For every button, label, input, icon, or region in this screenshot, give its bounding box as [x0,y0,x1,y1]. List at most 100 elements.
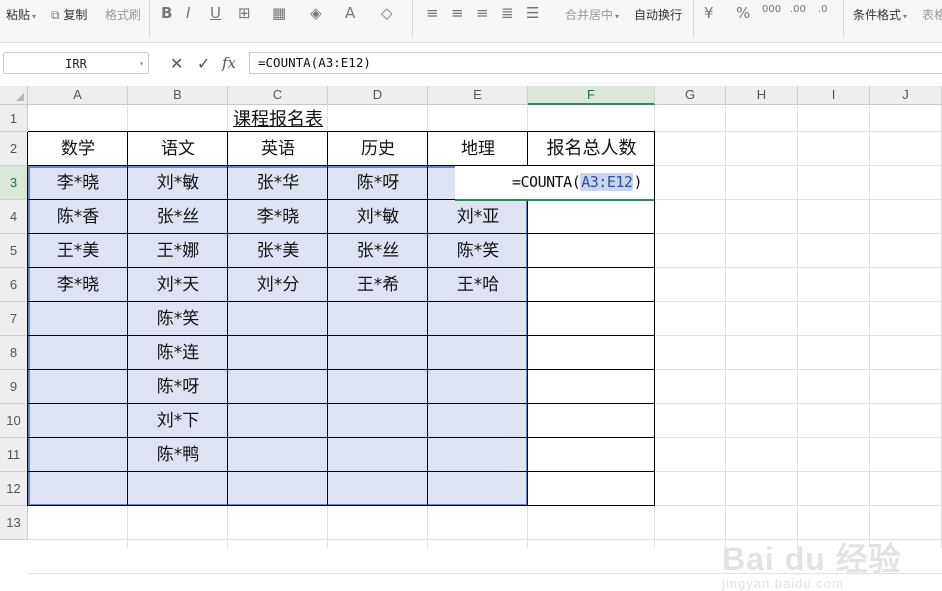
copy-button[interactable]: ⧉ 复制 [51,6,87,23]
data-cell[interactable]: 陈*笑 [428,234,528,268]
header-cell[interactable]: 英语 [228,132,328,166]
merge-center-button[interactable]: 合并居中 ▾ [565,6,619,23]
data-cell[interactable]: 刘*下 [128,404,228,438]
format-painter-button[interactable]: 格式刷 [105,6,141,23]
name-box[interactable]: IRR ▾ [3,52,149,74]
bold-icon[interactable]: B [161,4,172,22]
row-header-12[interactable]: 12 [0,472,28,506]
italic-icon[interactable]: I [186,4,190,22]
column-header-b[interactable]: B [128,86,228,105]
decrease-decimal-icon[interactable]: .0 [818,4,828,15]
border-icon[interactable]: ⊞ [238,4,251,22]
data-cell[interactable]: 张*丝 [328,234,428,268]
data-cell[interactable]: 陈*呀 [328,166,428,200]
sheet-title[interactable]: 课程报名表 [228,106,328,132]
header-cell[interactable]: 地理 [428,132,528,166]
select-all-button[interactable] [0,86,28,105]
shading-icon[interactable]: ◈ [310,4,322,22]
ribbon-divider [412,0,413,38]
row-header-11[interactable]: 11 [0,438,28,472]
percent-label: % [736,4,751,22]
column-header-d[interactable]: D [328,86,428,105]
align-center-icon[interactable]: ≡ [451,4,464,22]
table-border [127,132,128,506]
justify-icon[interactable]: ≣ [501,4,514,22]
data-cell[interactable]: 王*娜 [128,234,228,268]
row-header-3[interactable]: 3 [0,166,28,200]
header-cell[interactable]: 历史 [328,132,428,166]
formula-range-ref: A3:E12 [580,173,634,191]
column-header-f[interactable]: F [528,86,655,105]
align-right-icon[interactable]: ≡ [476,4,489,22]
currency-icon[interactable]: ¥ [704,4,714,22]
underline-icon[interactable]: U [210,4,221,22]
row-header-9[interactable]: 9 [0,370,28,404]
data-cell[interactable]: 陈*呀 [128,370,228,404]
data-cell[interactable]: 李*晓 [228,200,328,234]
cell-formula-editing[interactable]: =COUNTA(A3:E12) [512,173,642,191]
column-header-h[interactable]: H [726,86,798,105]
data-cell[interactable]: 刘*敏 [328,200,428,234]
data-cell[interactable]: 刘*天 [128,268,228,302]
column-header-j[interactable]: J [870,86,942,105]
format-painter-label: 格式刷 [105,8,142,22]
row-header-13[interactable]: 13 [0,506,28,540]
data-cell[interactable]: 陈*香 [28,200,128,234]
data-cell[interactable]: 李*晓 [28,268,128,302]
font-color-icon[interactable]: A [345,4,355,22]
cancel-icon[interactable]: ✕ [170,54,183,73]
header-cell[interactable]: 数学 [28,132,128,166]
increase-decimal-icon[interactable]: .00 [790,4,806,15]
row-header-5[interactable]: 5 [0,234,28,268]
data-cell[interactable]: 刘*亚 [428,200,528,234]
row-header-2[interactable]: 2 [0,132,28,166]
data-cell[interactable]: 王*希 [328,268,428,302]
thousands-icon[interactable]: 000 [762,4,781,15]
data-cell[interactable]: 陈*连 [128,336,228,370]
column-header-i[interactable]: I [798,86,870,105]
data-cell[interactable]: 李*晓 [28,166,128,200]
formula-bar: IRR ▾ ✕ ✓ fx =COUNTA(A3:E12) [0,43,942,86]
paste-button[interactable]: 粘贴 ▾ [6,6,36,23]
align-left-icon[interactable]: ≡ [426,4,439,22]
row-header-7[interactable]: 7 [0,302,28,336]
table-style-button[interactable]: 表格 [922,6,942,23]
conditional-format-button[interactable]: 条件格式 ▾ [853,6,907,23]
formula-input[interactable]: =COUNTA(A3:E12) [249,52,942,74]
row-header-10[interactable]: 10 [0,404,28,438]
data-cell[interactable]: 王*美 [28,234,128,268]
table-border [28,233,655,234]
table-border [28,131,655,132]
data-cell[interactable]: 张*丝 [128,200,228,234]
table-border [28,335,655,336]
eraser-icon[interactable]: ◇ [381,4,393,22]
wrap-text-button[interactable]: 自动换行 [634,6,682,23]
gridline [725,105,726,548]
data-cell[interactable]: 陈*笑 [128,302,228,336]
formula-text: =COUNTA(A3:E12) [258,55,371,70]
data-cell[interactable]: 王*哈 [428,268,528,302]
confirm-icon[interactable]: ✓ [197,54,210,73]
distribute-icon[interactable]: ☰ [526,4,539,22]
percent-icon[interactable]: % [736,4,750,22]
row-header-1[interactable]: 1 [0,105,28,132]
fill-color-icon[interactable]: ▦ [272,4,286,22]
data-cell[interactable]: 张*华 [228,166,328,200]
column-header-c[interactable]: C [228,86,328,105]
data-cell[interactable]: 张*美 [228,234,328,268]
header-cell[interactable]: 语文 [128,132,228,166]
row-header-8[interactable]: 8 [0,336,28,370]
data-cell[interactable]: 刘*敏 [128,166,228,200]
row-header-4[interactable]: 4 [0,200,28,234]
conditional-format-label: 条件格式 [853,8,902,22]
data-cell[interactable]: 陈*鸭 [128,438,228,472]
data-cell[interactable]: 刘*分 [228,268,328,302]
header-cell[interactable]: 报名总人数 [528,132,655,166]
column-header-a[interactable]: A [28,86,128,105]
column-header-g[interactable]: G [655,86,726,105]
column-header-e[interactable]: E [428,86,528,105]
row-header-6[interactable]: 6 [0,268,28,302]
chevron-down-icon[interactable]: ▾ [139,53,144,75]
insert-function-icon[interactable]: fx [222,54,236,72]
copy-icon: ⧉ [51,8,60,22]
